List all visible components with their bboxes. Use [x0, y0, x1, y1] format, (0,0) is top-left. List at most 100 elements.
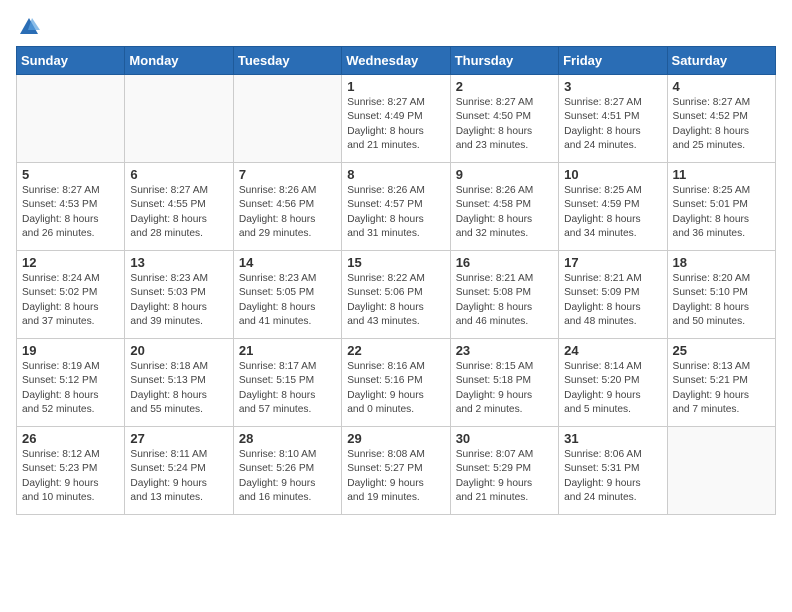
calendar-cell: 7Sunrise: 8:26 AMSunset: 4:56 PMDaylight…	[233, 163, 341, 251]
day-number: 19	[22, 343, 119, 358]
day-number: 6	[130, 167, 227, 182]
calendar-cell: 27 Sunrise: 8:11 AMSunset: 5:24 PMDayligh…	[125, 427, 233, 515]
day-number: 15	[347, 255, 444, 270]
day-number: 8	[347, 167, 444, 182]
weekday-header-friday: Friday	[559, 47, 667, 75]
calendar-cell: 19 Sunrise: 8:19 AMSunset: 5:12 PMDayligh…	[17, 339, 125, 427]
day-info: Sunrise: 8:17 AMSunset: 5:15 PMDaylight:…	[239, 360, 336, 417]
day-number: 1	[347, 79, 444, 94]
calendar-cell: 2Sunrise: 8:27 AMSunset: 4:50 PMDaylight…	[450, 75, 558, 163]
day-info: Sunrise: 8:15 AMSunset: 5:18 PMDaylight:…	[456, 360, 553, 417]
day-number: 25	[673, 343, 770, 358]
day-number: 18	[673, 255, 770, 270]
day-number: 11	[673, 167, 770, 182]
calendar-cell: 5 Sunrise: 8:27 AMSunset: 4:53 PMDaylight…	[17, 163, 125, 251]
day-number: 10	[564, 167, 661, 182]
calendar-cell: 28 Sunrise: 8:10 AMSunset: 5:26 PMDayligh…	[233, 427, 341, 515]
calendar-cell: 12 Sunrise: 8:24 AMSunset: 5:02 PMDayligh…	[17, 251, 125, 339]
day-info: Sunrise: 8:06 AMSunset: 5:31 PMDaylight:…	[564, 448, 661, 505]
weekday-header-saturday: Saturday	[667, 47, 775, 75]
calendar-cell: 8 Sunrise: 8:26 AMSunset: 4:57 PMDaylight…	[342, 163, 450, 251]
day-info: Sunrise: 8:10 AMSunset: 5:26 PMDaylight:…	[239, 448, 336, 505]
day-info: Sunrise: 8:21 AMSunset: 5:08 PMDaylight:…	[456, 272, 553, 329]
day-number: 17	[564, 255, 661, 270]
calendar-cell	[233, 75, 341, 163]
calendar-cell: 31 Sunrise: 8:06 AMSunset: 5:31 PMDayligh…	[559, 427, 667, 515]
day-info: Sunrise: 8:18 AMSunset: 5:13 PMDaylight:…	[130, 360, 227, 417]
weekday-header-thursday: Thursday	[450, 47, 558, 75]
day-info: Sunrise: 8:27 AMSunset: 4:50 PMDaylight:…	[456, 96, 553, 153]
week-row-1: 1 Sunrise: 8:27 AMSunset: 4:49 PMDaylight…	[17, 75, 776, 163]
day-info: Sunrise: 8:23 AMSunset: 5:03 PMDaylight:…	[130, 272, 227, 329]
day-info: Sunrise: 8:20 AMSunset: 5:10 PMDaylight:…	[673, 272, 770, 329]
day-info: Sunrise: 8:25 AMSunset: 4:59 PMDaylight:…	[564, 184, 661, 241]
day-number: 5	[22, 167, 119, 182]
day-info: Sunrise: 8:27 AMSunset: 4:49 PMDaylight:…	[347, 96, 444, 153]
calendar-cell: 18 Sunrise: 8:20 AMSunset: 5:10 PMDayligh…	[667, 251, 775, 339]
calendar-cell: 21 Sunrise: 8:17 AMSunset: 5:15 PMDayligh…	[233, 339, 341, 427]
week-row-5: 26 Sunrise: 8:12 AMSunset: 5:23 PMDayligh…	[17, 427, 776, 515]
day-number: 28	[239, 431, 336, 446]
logo-icon	[18, 16, 40, 38]
week-row-4: 19 Sunrise: 8:19 AMSunset: 5:12 PMDayligh…	[17, 339, 776, 427]
weekday-header-wednesday: Wednesday	[342, 47, 450, 75]
day-info: Sunrise: 8:19 AMSunset: 5:12 PMDaylight:…	[22, 360, 119, 417]
day-info: Sunrise: 8:11 AMSunset: 5:24 PMDaylight:…	[130, 448, 227, 505]
day-info: Sunrise: 8:27 AMSunset: 4:51 PMDaylight:…	[564, 96, 661, 153]
day-number: 16	[456, 255, 553, 270]
calendar-cell: 17 Sunrise: 8:21 AMSunset: 5:09 PMDayligh…	[559, 251, 667, 339]
calendar-cell	[17, 75, 125, 163]
day-number: 21	[239, 343, 336, 358]
day-info: Sunrise: 8:27 AMSunset: 4:52 PMDaylight:…	[673, 96, 770, 153]
day-info: Sunrise: 8:21 AMSunset: 5:09 PMDaylight:…	[564, 272, 661, 329]
day-info: Sunrise: 8:14 AMSunset: 5:20 PMDaylight:…	[564, 360, 661, 417]
logo	[16, 16, 40, 38]
day-info: Sunrise: 8:16 AMSunset: 5:16 PMDaylight:…	[347, 360, 444, 417]
weekday-header-tuesday: Tuesday	[233, 47, 341, 75]
calendar-cell: 4 Sunrise: 8:27 AMSunset: 4:52 PMDaylight…	[667, 75, 775, 163]
weekday-header-monday: Monday	[125, 47, 233, 75]
day-info: Sunrise: 8:07 AMSunset: 5:29 PMDaylight:…	[456, 448, 553, 505]
day-number: 4	[673, 79, 770, 94]
day-info: Sunrise: 8:26 AMSunset: 4:56 PMDaylight:…	[239, 184, 336, 241]
calendar-cell: 26 Sunrise: 8:12 AMSunset: 5:23 PMDayligh…	[17, 427, 125, 515]
day-info: Sunrise: 8:26 AMSunset: 4:57 PMDaylight:…	[347, 184, 444, 241]
day-number: 26	[22, 431, 119, 446]
day-number: 30	[456, 431, 553, 446]
week-row-2: 5 Sunrise: 8:27 AMSunset: 4:53 PMDaylight…	[17, 163, 776, 251]
calendar-cell: 14Sunrise: 8:23 AMSunset: 5:05 PMDayligh…	[233, 251, 341, 339]
calendar-cell: 11 Sunrise: 8:25 AMSunset: 5:01 PMDayligh…	[667, 163, 775, 251]
day-number: 29	[347, 431, 444, 446]
day-number: 27	[130, 431, 227, 446]
calendar-cell: 23 Sunrise: 8:15 AMSunset: 5:18 PMDayligh…	[450, 339, 558, 427]
day-number: 13	[130, 255, 227, 270]
calendar-cell: 25 Sunrise: 8:13 AMSunset: 5:21 PMDayligh…	[667, 339, 775, 427]
day-number: 20	[130, 343, 227, 358]
day-number: 23	[456, 343, 553, 358]
day-number: 31	[564, 431, 661, 446]
calendar-cell: 13 Sunrise: 8:23 AMSunset: 5:03 PMDayligh…	[125, 251, 233, 339]
calendar-cell: 6Sunrise: 8:27 AMSunset: 4:55 PMDaylight…	[125, 163, 233, 251]
calendar-cell: 1 Sunrise: 8:27 AMSunset: 4:49 PMDaylight…	[342, 75, 450, 163]
day-info: Sunrise: 8:27 AMSunset: 4:53 PMDaylight:…	[22, 184, 119, 241]
day-info: Sunrise: 8:26 AMSunset: 4:58 PMDaylight:…	[456, 184, 553, 241]
calendar-cell	[667, 427, 775, 515]
day-number: 22	[347, 343, 444, 358]
calendar-cell: 15 Sunrise: 8:22 AMSunset: 5:06 PMDayligh…	[342, 251, 450, 339]
day-info: Sunrise: 8:24 AMSunset: 5:02 PMDaylight:…	[22, 272, 119, 329]
calendar-cell: 24 Sunrise: 8:14 AMSunset: 5:20 PMDayligh…	[559, 339, 667, 427]
day-info: Sunrise: 8:13 AMSunset: 5:21 PMDaylight:…	[673, 360, 770, 417]
day-number: 14	[239, 255, 336, 270]
day-number: 9	[456, 167, 553, 182]
day-info: Sunrise: 8:25 AMSunset: 5:01 PMDaylight:…	[673, 184, 770, 241]
weekday-header-row: SundayMondayTuesdayWednesdayThursdayFrid…	[17, 47, 776, 75]
calendar-cell: 30 Sunrise: 8:07 AMSunset: 5:29 PMDayligh…	[450, 427, 558, 515]
day-number: 12	[22, 255, 119, 270]
calendar-cell: 9 Sunrise: 8:26 AMSunset: 4:58 PMDaylight…	[450, 163, 558, 251]
calendar-cell: 16 Sunrise: 8:21 AMSunset: 5:08 PMDayligh…	[450, 251, 558, 339]
day-number: 3	[564, 79, 661, 94]
day-info: Sunrise: 8:22 AMSunset: 5:06 PMDaylight:…	[347, 272, 444, 329]
calendar-cell: 29Sunrise: 8:08 AMSunset: 5:27 PMDayligh…	[342, 427, 450, 515]
day-number: 24	[564, 343, 661, 358]
day-info: Sunrise: 8:12 AMSunset: 5:23 PMDaylight:…	[22, 448, 119, 505]
